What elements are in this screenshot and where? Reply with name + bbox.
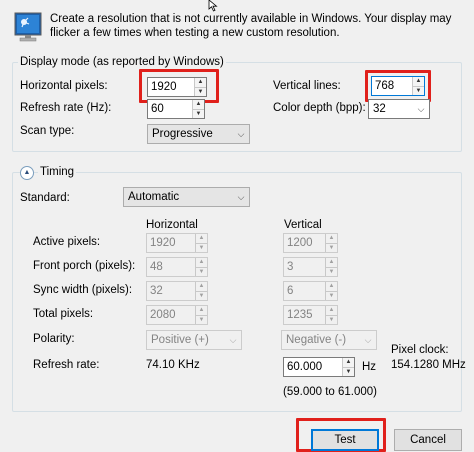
active-pixels-h-value: 1920	[150, 237, 176, 249]
standard-label: Standard:	[20, 192, 70, 204]
sync-width-v-value: 6	[287, 285, 294, 297]
spin-up-icon[interactable]: ▲	[343, 358, 354, 367]
timing-row-label: Front porch (pixels):	[33, 260, 136, 272]
refresh-rate-timing-label: Refresh rate:	[33, 359, 100, 371]
spin-up-icon: ▲	[196, 306, 207, 315]
color-depth-select[interactable]: 32 ⌵	[368, 99, 430, 119]
refresh-rate-value[interactable]: 60	[148, 100, 192, 118]
horizontal-pixels-label: Horizontal pixels:	[20, 80, 108, 92]
active-pixels-v-value: 1200	[287, 237, 313, 249]
vertical-lines-label: Vertical lines:	[273, 80, 341, 92]
vertical-lines-value[interactable]: 768	[372, 77, 412, 95]
timing-row-label: Sync width (pixels):	[33, 284, 133, 296]
display-mode-legend: Display mode (as reported by Windows)	[18, 56, 226, 68]
sync-width-h-input[interactable]: 32 ▲ ▼	[146, 281, 208, 301]
spin-up-icon: ▲	[326, 282, 337, 291]
spin-up-icon: ▲	[196, 282, 207, 291]
vertical-column-header: Vertical	[284, 219, 322, 231]
scan-type-select[interactable]: Progressive ⌵	[147, 124, 250, 144]
pixel-clock-value: 154.1280 MHz	[391, 359, 466, 371]
timing-legend: Timing	[38, 166, 77, 178]
spin-down-icon: ▼	[196, 242, 207, 252]
horizontal-refresh-value: 74.10 KHz	[146, 359, 200, 371]
spin-down-icon[interactable]: ▼	[193, 108, 204, 118]
spin-up-icon: ▲	[196, 234, 207, 243]
spin-down-icon[interactable]: ▼	[195, 86, 206, 96]
scan-type-value: Progressive	[152, 128, 213, 140]
front-porch-v-input[interactable]: 3 ▲ ▼	[283, 257, 338, 277]
pixel-clock-label: Pixel clock:	[391, 344, 449, 356]
spin-up-icon[interactable]: ▲	[193, 100, 204, 109]
mouse-cursor-icon	[208, 0, 218, 12]
horizontal-pixels-value[interactable]: 1920	[148, 78, 194, 96]
polarity-label: Polarity:	[33, 333, 75, 345]
spin-up-icon[interactable]: ▲	[195, 78, 206, 87]
front-porch-v-value: 3	[287, 261, 294, 273]
polarity-v-select[interactable]: Negative (-) ⌵	[281, 330, 377, 350]
spin-down-icon: ▼	[326, 266, 337, 276]
timing-row-label: Active pixels:	[33, 236, 101, 248]
vertical-refresh-value[interactable]: 60.000	[284, 358, 342, 376]
color-depth-label: Color depth (bpp):	[273, 102, 366, 114]
vertical-refresh-unit: Hz	[362, 361, 377, 373]
chevron-down-icon: ⌵	[417, 103, 425, 114]
polarity-v-value: Negative (-)	[286, 334, 347, 346]
spin-down-icon[interactable]: ▼	[343, 366, 354, 376]
color-depth-value: 32	[373, 103, 386, 115]
refresh-rate-label: Refresh rate (Hz):	[20, 102, 112, 114]
spin-down-icon[interactable]: ▼	[413, 85, 424, 95]
chevron-down-icon: ⌵	[364, 334, 372, 345]
cancel-button[interactable]: Cancel	[394, 429, 462, 451]
chevron-down-icon: ⌵	[229, 334, 237, 345]
spin-down-icon: ▼	[196, 266, 207, 276]
active-pixels-h-input[interactable]: 1920 ▲ ▼	[146, 233, 208, 253]
standard-value: Automatic	[128, 191, 180, 203]
front-porch-h-input[interactable]: 48 ▲ ▼	[146, 257, 208, 277]
spin-up-icon: ▲	[196, 258, 207, 267]
spin-up-icon: ▲	[326, 258, 337, 267]
total-pixels-v-input[interactable]: 1235 ▲ ▼	[283, 305, 338, 325]
chevron-down-icon: ⌵	[237, 191, 245, 202]
vertical-lines-input[interactable]: 768 ▲ ▼	[371, 76, 425, 96]
spin-down-icon: ▼	[326, 290, 337, 300]
polarity-h-value: Positive (+)	[151, 334, 209, 346]
total-pixels-h-input[interactable]: 2080 ▲ ▼	[146, 305, 208, 325]
active-pixels-v-input[interactable]: 1200 ▲ ▼	[283, 233, 338, 253]
monitor-icon	[14, 12, 42, 42]
polarity-h-select[interactable]: Positive (+) ⌵	[146, 330, 242, 350]
scan-type-label: Scan type:	[20, 125, 75, 137]
vertical-refresh-range: (59.000 to 61.000)	[283, 386, 377, 398]
horizontal-pixels-input[interactable]: 1920 ▲ ▼	[147, 77, 207, 97]
spin-down-icon: ▼	[326, 314, 337, 324]
spin-up-icon: ▲	[326, 306, 337, 315]
vertical-refresh-input[interactable]: 60.000 ▲ ▼	[283, 357, 355, 377]
refresh-rate-input[interactable]: 60 ▲ ▼	[147, 99, 205, 119]
total-pixels-h-value: 2080	[150, 309, 176, 321]
standard-select[interactable]: Automatic ⌵	[123, 187, 250, 207]
collapse-timing-icon[interactable]: ▲	[20, 166, 34, 180]
intro-text: Create a resolution that is not currentl…	[50, 13, 452, 39]
total-pixels-v-value: 1235	[287, 309, 313, 321]
sync-width-h-value: 32	[150, 285, 163, 297]
front-porch-h-value: 48	[150, 261, 163, 273]
spin-up-icon[interactable]: ▲	[413, 77, 424, 86]
timing-row-label: Total pixels:	[33, 308, 94, 320]
sync-width-v-input[interactable]: 6 ▲ ▼	[283, 281, 338, 301]
spin-down-icon: ▼	[196, 290, 207, 300]
horizontal-column-header: Horizontal	[146, 219, 198, 231]
test-button[interactable]: Test	[311, 429, 379, 451]
spin-up-icon: ▲	[326, 234, 337, 243]
chevron-down-icon: ⌵	[237, 128, 245, 139]
spin-down-icon: ▼	[326, 242, 337, 252]
spin-down-icon: ▼	[196, 314, 207, 324]
